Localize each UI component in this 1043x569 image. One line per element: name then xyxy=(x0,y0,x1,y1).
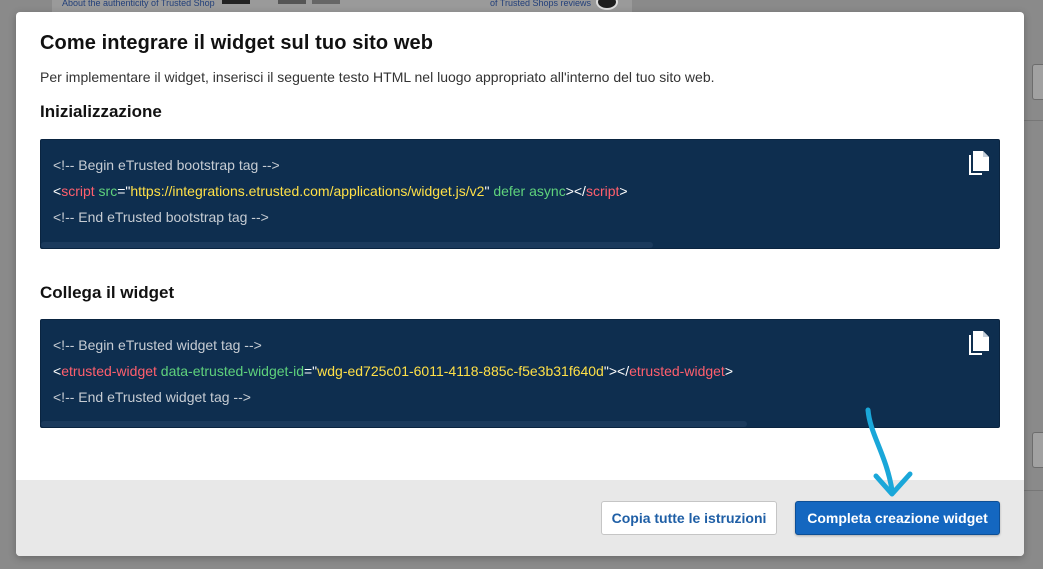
copy-icon[interactable] xyxy=(968,330,990,356)
background-side-button xyxy=(1032,432,1043,468)
code-lines: <!-- Begin eTrusted widget tag --> <etru… xyxy=(53,332,733,410)
modal-footer: Copia tutte le istruzioni Completa creaz… xyxy=(16,480,1024,556)
code-tag: script xyxy=(61,183,95,199)
code-comment-end: <!-- End eTrusted widget tag --> xyxy=(53,389,251,405)
code-punct: =" xyxy=(303,363,318,379)
code-punct: > xyxy=(724,363,733,379)
modal-title: Come integrare il widget sul tuo sito we… xyxy=(40,32,434,54)
code-tag: etrusted-widget xyxy=(61,363,157,379)
horizontal-scrollbar[interactable] xyxy=(41,242,653,248)
copy-icon[interactable] xyxy=(968,150,990,176)
code-tag: script xyxy=(585,183,620,199)
code-punct: =" xyxy=(117,183,131,199)
code-attr: async xyxy=(529,183,566,199)
code-block-bootstrap[interactable]: <!-- Begin eTrusted bootstrap tag --> <s… xyxy=(40,139,1000,249)
background-thumbnail xyxy=(278,0,306,4)
background-side-button xyxy=(1032,64,1043,100)
code-tag: etrusted-widget xyxy=(629,363,725,379)
background-text-right: of Trusted Shops reviews xyxy=(490,0,592,8)
modal-subtitle: Per implementare il widget, inserisci il… xyxy=(40,69,715,85)
code-lines: <!-- Begin eTrusted bootstrap tag --> <s… xyxy=(53,152,628,230)
horizontal-scrollbar[interactable] xyxy=(41,421,747,427)
code-comment-end: <!-- End eTrusted bootstrap tag --> xyxy=(53,209,269,225)
section-heading-initialization: Inizializzazione xyxy=(40,102,162,121)
code-line-widget: <etrusted-widget data-etrusted-widget-id… xyxy=(53,358,733,384)
copy-all-instructions-button[interactable]: Copia tutte le istruzioni xyxy=(601,501,777,535)
code-punct: < xyxy=(53,183,62,199)
code-comment-begin: <!-- Begin eTrusted bootstrap tag --> xyxy=(53,157,280,173)
background-thumbnail xyxy=(312,0,340,4)
code-attr: defer xyxy=(493,183,526,199)
code-punct: > xyxy=(619,183,628,199)
modal-body: Come integrare il widget sul tuo sito we… xyxy=(16,12,1024,480)
code-punct: < xyxy=(53,363,62,379)
code-punct: " xyxy=(484,183,490,199)
widget-integration-modal: Come integrare il widget sul tuo sito we… xyxy=(16,12,1024,556)
background-thumbnail xyxy=(222,0,250,4)
background-text-left: About the authenticity of Trusted Shop xyxy=(62,0,215,8)
code-string: wdg-ed725c01-6011-4118-885c-f5e3b31f640d xyxy=(317,363,604,379)
code-block-widget-tag[interactable]: <!-- Begin eTrusted widget tag --> <etru… xyxy=(40,319,1000,428)
code-comment-begin: <!-- Begin eTrusted widget tag --> xyxy=(53,337,262,353)
code-punct: ></ xyxy=(608,363,630,379)
code-attr: data-etrusted-widget-id xyxy=(160,363,304,379)
code-line-script: <script src="https://integrations.etrust… xyxy=(53,178,628,204)
code-punct: ></ xyxy=(565,183,586,199)
code-attr: src xyxy=(98,183,118,199)
code-string: https://integrations.etrusted.com/applic… xyxy=(130,183,485,199)
complete-widget-creation-button[interactable]: Completa creazione widget xyxy=(795,501,1000,535)
section-heading-connect-widget: Collega il widget xyxy=(40,283,175,302)
